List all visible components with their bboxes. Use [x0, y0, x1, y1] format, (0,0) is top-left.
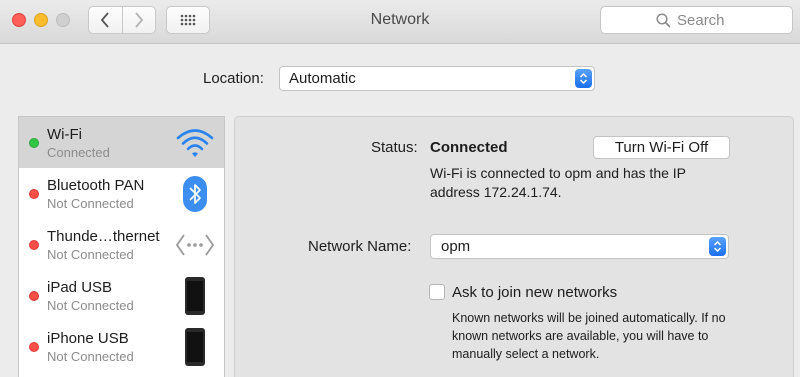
service-item-thunderbolt-ethernet[interactable]: Thunde…thernet Not Connected	[19, 219, 224, 270]
wifi-icon	[174, 124, 216, 162]
service-name: Wi-Fi	[47, 126, 82, 143]
service-item-iphone-usb[interactable]: iPhone USB Not Connected	[19, 321, 224, 372]
service-name: Bluetooth PAN	[47, 177, 145, 194]
ethernet-icon	[174, 226, 216, 264]
status-dot	[29, 189, 39, 199]
bluetooth-icon	[174, 175, 216, 213]
network-name-select[interactable]: opm	[430, 234, 729, 259]
service-status: Not Connected	[47, 196, 134, 211]
ipad-icon	[174, 277, 216, 315]
up-down-arrows-icon	[579, 72, 588, 85]
location-stepper	[575, 69, 592, 88]
service-status: Not Connected	[47, 247, 134, 262]
search-icon	[656, 12, 671, 28]
search-input[interactable]	[677, 11, 737, 29]
service-item-ipad-usb[interactable]: iPad USB Not Connected	[19, 270, 224, 321]
status-value: Connected	[430, 139, 508, 156]
search-field[interactable]	[600, 6, 793, 34]
status-dot	[29, 240, 39, 250]
iphone-icon	[174, 328, 216, 366]
service-name: Thunde…thernet	[47, 228, 160, 245]
network-name-stepper	[709, 237, 726, 256]
ask-to-join-label[interactable]: Ask to join new networks	[452, 284, 617, 301]
location-value: Automatic	[289, 70, 356, 87]
status-dot	[29, 138, 39, 148]
service-item-bluetooth-pan[interactable]: Bluetooth PAN Not Connected	[19, 168, 224, 219]
service-name: iPhone USB	[47, 330, 129, 347]
location-select[interactable]: Automatic	[279, 66, 595, 91]
service-status: Connected	[47, 145, 110, 160]
service-list: Wi-Fi Connected Bluetooth PAN Not Connec…	[18, 116, 225, 377]
ask-to-join-checkbox[interactable]	[429, 284, 445, 300]
status-description: Wi-Fi is connected to opm and has the IP…	[430, 165, 686, 200]
status-dot	[29, 291, 39, 301]
service-status: Not Connected	[47, 349, 134, 364]
service-status: Not Connected	[47, 298, 134, 313]
network-name-label: Network Name:	[308, 238, 412, 255]
network-name-value: opm	[441, 238, 471, 255]
ask-to-join-help-text: Known networks will be joined automatica…	[452, 311, 726, 361]
status-dot	[29, 342, 39, 352]
title-bar: Network	[0, 0, 800, 44]
service-name: iPad USB	[47, 279, 113, 296]
turn-wifi-off-button[interactable]: Turn Wi-Fi Off	[593, 136, 730, 159]
up-down-arrows-icon	[713, 240, 722, 253]
status-label: Status:	[371, 139, 418, 156]
service-item-wifi[interactable]: Wi-Fi Connected	[19, 117, 224, 168]
location-label: Location:	[203, 70, 264, 87]
